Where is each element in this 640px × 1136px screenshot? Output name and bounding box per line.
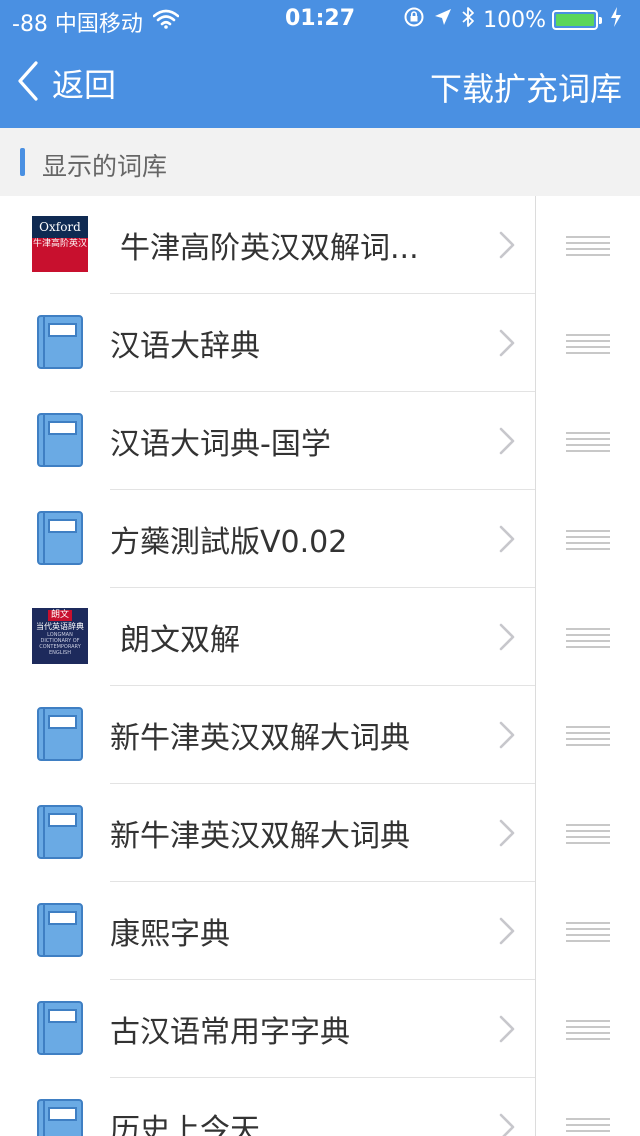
- battery-percent: 100%: [483, 7, 546, 33]
- location-icon: [433, 7, 461, 33]
- chevron-right-icon: [498, 1112, 516, 1136]
- book-icon: [32, 902, 88, 958]
- reorder-handle-icon[interactable]: [566, 430, 610, 452]
- dictionary-row[interactable]: 古汉语常用字字典: [0, 980, 640, 1078]
- dictionary-row[interactable]: 汉语大辞典: [0, 294, 640, 392]
- reorder-handle-icon[interactable]: [566, 234, 610, 256]
- dictionary-name: 汉语大词典-国学: [110, 427, 331, 462]
- dictionary-row[interactable]: Oxford 牛津高阶英汉 牛津高阶英汉双解词...: [0, 196, 640, 294]
- dictionary-name: 朗文双解: [120, 623, 240, 658]
- dictionary-row[interactable]: 新牛津英汉双解大词典: [0, 784, 640, 882]
- reorder-handle-icon[interactable]: [566, 1116, 610, 1136]
- chevron-right-icon: [498, 1014, 516, 1048]
- dictionary-name: 新牛津英汉双解大词典: [110, 819, 410, 854]
- dictionary-name: 新牛津英汉双解大词典: [110, 721, 410, 756]
- oxford-cover-icon: Oxford 牛津高阶英汉: [32, 216, 88, 272]
- oxford-cover-subtitle: 牛津高阶英汉: [32, 239, 87, 249]
- longman-cover-brand: 朗文: [48, 610, 72, 621]
- dictionary-name: 汉语大辞典: [110, 329, 260, 364]
- reorder-handle-icon[interactable]: [566, 1018, 610, 1040]
- navigation-bar: 返回 下载扩充词库: [0, 40, 640, 128]
- header: -88 中国移动 01:27 100% 返回 下载扩充词库: [0, 0, 640, 128]
- charging-icon: [610, 7, 630, 33]
- chevron-right-icon: [498, 426, 516, 460]
- chevron-right-icon: [498, 328, 516, 362]
- dictionary-row[interactable]: 朗文 当代英语辞典 LONGMAN DICTIONARY OF CONTEMPORA…: [0, 588, 640, 686]
- dictionary-name: 古汉语常用字字典: [110, 1015, 350, 1050]
- chevron-right-icon: [498, 622, 516, 656]
- back-chevron-icon: [16, 60, 40, 106]
- back-button[interactable]: 返回: [16, 60, 116, 106]
- oxford-cover-brand: Oxford: [32, 216, 88, 238]
- dictionary-row[interactable]: 方藥測試版V0.02: [0, 490, 640, 588]
- back-label: 返回: [52, 66, 117, 104]
- book-icon: [32, 412, 88, 468]
- dictionary-row[interactable]: 历史上今天: [0, 1078, 640, 1136]
- battery-icon: [552, 10, 602, 30]
- dictionary-name: 牛津高阶英汉双解词...: [120, 231, 419, 266]
- book-icon: [32, 510, 88, 566]
- reorder-handle-icon[interactable]: [566, 724, 610, 746]
- clock: 01:27: [284, 6, 356, 31]
- longman-cover-subtitle: 当代英语辞典: [36, 622, 84, 631]
- dictionary-name: 历史上今天: [110, 1113, 260, 1136]
- download-more-dictionaries-button[interactable]: 下载扩充词库: [430, 64, 622, 110]
- chevron-right-icon: [498, 230, 516, 264]
- chevron-right-icon: [498, 720, 516, 754]
- book-icon: [32, 706, 88, 762]
- longman-cover-caption: LONGMAN DICTIONARY OF CONTEMPORARY ENGLI…: [39, 632, 81, 656]
- book-icon: [32, 804, 88, 860]
- wifi-icon: [152, 9, 180, 35]
- section-accent-bar: [20, 148, 25, 176]
- dictionary-name: 方藥測試版V0.02: [110, 525, 348, 560]
- section-title: 显示的词库: [42, 152, 168, 181]
- status-bar: -88 中国移动 01:27 100%: [0, 0, 640, 40]
- dictionary-name: 康熙字典: [110, 917, 230, 952]
- chevron-right-icon: [498, 818, 516, 852]
- reorder-handle-icon[interactable]: [566, 528, 610, 550]
- chevron-right-icon: [498, 524, 516, 558]
- bluetooth-icon: [461, 6, 483, 34]
- chevron-right-icon: [498, 916, 516, 950]
- reorder-handle-icon[interactable]: [566, 920, 610, 942]
- book-icon: [32, 314, 88, 370]
- longman-cover-icon: 朗文 当代英语辞典 LONGMAN DICTIONARY OF CONTEMPORA…: [32, 608, 88, 664]
- dictionary-row[interactable]: 汉语大词典-国学: [0, 392, 640, 490]
- book-icon: [32, 1098, 88, 1136]
- reorder-handle-icon[interactable]: [566, 332, 610, 354]
- reorder-handle-icon[interactable]: [566, 822, 610, 844]
- book-icon: [32, 1000, 88, 1056]
- dictionary-row[interactable]: 新牛津英汉双解大词典: [0, 686, 640, 784]
- dictionary-list[interactable]: Oxford 牛津高阶英汉 牛津高阶英汉双解词... 汉语大辞典 汉语大词典-国学 方藥測…: [0, 196, 640, 1136]
- reorder-handle-icon[interactable]: [566, 626, 610, 648]
- dictionary-row[interactable]: 康熙字典: [0, 882, 640, 980]
- rotation-lock-icon: [403, 6, 433, 34]
- carrier-label: -88 中国移动: [12, 12, 143, 37]
